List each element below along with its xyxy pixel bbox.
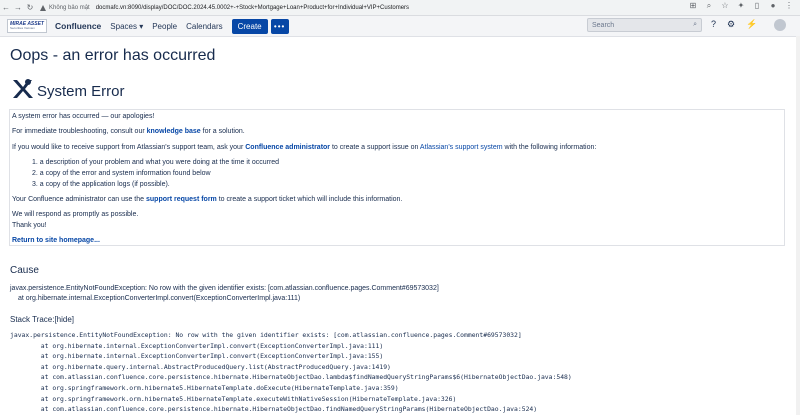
stack-trace-toggle[interactable]: Stack Trace:[hide] <box>10 315 74 324</box>
error-logo-icon <box>13 79 33 98</box>
site-logo[interactable]: MIRAE ASSET Securities Vietnam <box>7 19 47 33</box>
people-link[interactable]: People <box>152 22 177 31</box>
text: to create a support issue on <box>330 144 420 151</box>
support-text: If you would like to receive support fro… <box>12 144 596 151</box>
translate-icon[interactable]: ⊞ <box>688 1 698 11</box>
menu-icon[interactable]: ⋮ <box>784 1 794 11</box>
stack-line: javax.persistence.EntityNotFoundExceptio… <box>10 331 522 339</box>
settings-icon[interactable]: ⚙ <box>727 19 735 30</box>
text: If you would like to receive support fro… <box>12 144 246 151</box>
warning-icon <box>40 4 46 11</box>
text: to create a support ticket which will in… <box>216 196 403 203</box>
extensions-icon[interactable]: ✦ <box>736 1 746 11</box>
url-text[interactable]: docmafc.vn:8090/display/DOC/DOC.2024.45.… <box>96 5 409 11</box>
chevron-down-icon: ▾ <box>139 21 144 31</box>
apology-text: A system error has occurred — our apolog… <box>12 113 155 120</box>
confluence-header: MIRAE ASSET Securities Vietnam Confluenc… <box>0 16 800 37</box>
system-error-heading: System Error <box>10 78 125 100</box>
respond-text: We will respond as promptly as possible. <box>12 211 139 218</box>
avatar[interactable] <box>774 19 786 31</box>
spaces-label: Spaces <box>110 21 137 31</box>
text: For immediate troubleshooting, consult o… <box>12 128 147 135</box>
text: with the following information: <box>502 144 597 151</box>
more-create-button[interactable]: ••• <box>270 18 289 34</box>
stack-line: at com.atlassian.confluence.core.persist… <box>10 373 572 382</box>
create-button[interactable]: Create <box>231 18 268 34</box>
profile-icon[interactable]: ● <box>768 1 778 11</box>
stack-trace: javax.persistence.EntityNotFoundExceptio… <box>10 330 572 415</box>
cause-heading: Cause <box>10 265 39 276</box>
spaces-menu[interactable]: Spaces ▾ <box>110 22 143 31</box>
text: Your Confluence administrator can use th… <box>12 196 146 203</box>
stack-line: at com.atlassian.confluence.core.persist… <box>10 405 538 414</box>
browser-toolbar: ← → ↻ Không bảo mật docmafc.vn:8090/disp… <box>0 0 800 16</box>
knowledge-base-link[interactable]: knowledge base <box>147 128 201 135</box>
atlassian-support-link[interactable]: Atlassian's support system <box>420 144 503 151</box>
confluence-admin-link[interactable]: Confluence administrator <box>245 144 330 151</box>
notifications-icon[interactable]: ⚡ <box>746 19 757 30</box>
error-message-panel: A system error has occurred — our apolog… <box>9 109 785 246</box>
search-placeholder: Search <box>592 21 615 29</box>
stack-line: at org.springframework.orm.hibernate5.Hi… <box>10 383 399 392</box>
troubleshooting-text: For immediate troubleshooting, consult o… <box>12 128 245 135</box>
star-icon[interactable]: ☆ <box>720 1 730 11</box>
back-icon[interactable]: ← <box>0 3 12 12</box>
stack-line: at org.springframework.orm.hibernate5.Hi… <box>10 394 457 403</box>
search-input[interactable]: Search ⌕ <box>587 18 702 32</box>
page-scrollbar[interactable] <box>796 36 800 415</box>
list-item: 2. a copy of the error and system inform… <box>32 170 211 177</box>
search-icon: ⌕ <box>693 21 697 28</box>
sidebar-icon[interactable]: ▯ <box>752 1 762 11</box>
page-title: Oops - an error has occurred <box>10 47 216 64</box>
calendars-link[interactable]: Calendars <box>186 22 222 31</box>
thank-you-text: Thank you! <box>12 222 47 229</box>
stack-line: at org.hibernate.query.internal.Abstract… <box>10 362 391 371</box>
cause-exception: javax.persistence.EntityNotFoundExceptio… <box>10 285 439 292</box>
logo-subtext: Securities Vietnam <box>10 26 35 30</box>
text: for a solution. <box>200 128 245 135</box>
list-item: 3. a copy of the application logs (if po… <box>32 181 170 188</box>
insecure-label: Không bảo mật <box>49 4 90 11</box>
reload-icon[interactable]: ↻ <box>24 3 36 12</box>
support-form-text: Your Confluence administrator can use th… <box>12 196 402 203</box>
stack-line: at org.hibernate.internal.ExceptionConve… <box>10 341 384 350</box>
confluence-home-link[interactable]: Confluence <box>55 21 101 31</box>
address-bar[interactable]: Không bảo mật docmafc.vn:8090/display/DO… <box>40 2 409 13</box>
forward-icon[interactable]: → <box>12 3 24 12</box>
return-home-link[interactable]: Return to site homepage... <box>12 237 100 244</box>
help-icon[interactable]: ? <box>711 19 716 30</box>
stack-line: at org.hibernate.internal.ExceptionConve… <box>10 352 384 361</box>
support-request-form-link[interactable]: support request form <box>146 196 217 203</box>
list-item: 1. a description of your problem and wha… <box>32 159 280 166</box>
system-error-title: System Error <box>37 83 125 100</box>
cause-location: at org.hibernate.internal.ExceptionConve… <box>18 295 301 302</box>
search-icon[interactable]: ⌕ <box>704 1 714 11</box>
